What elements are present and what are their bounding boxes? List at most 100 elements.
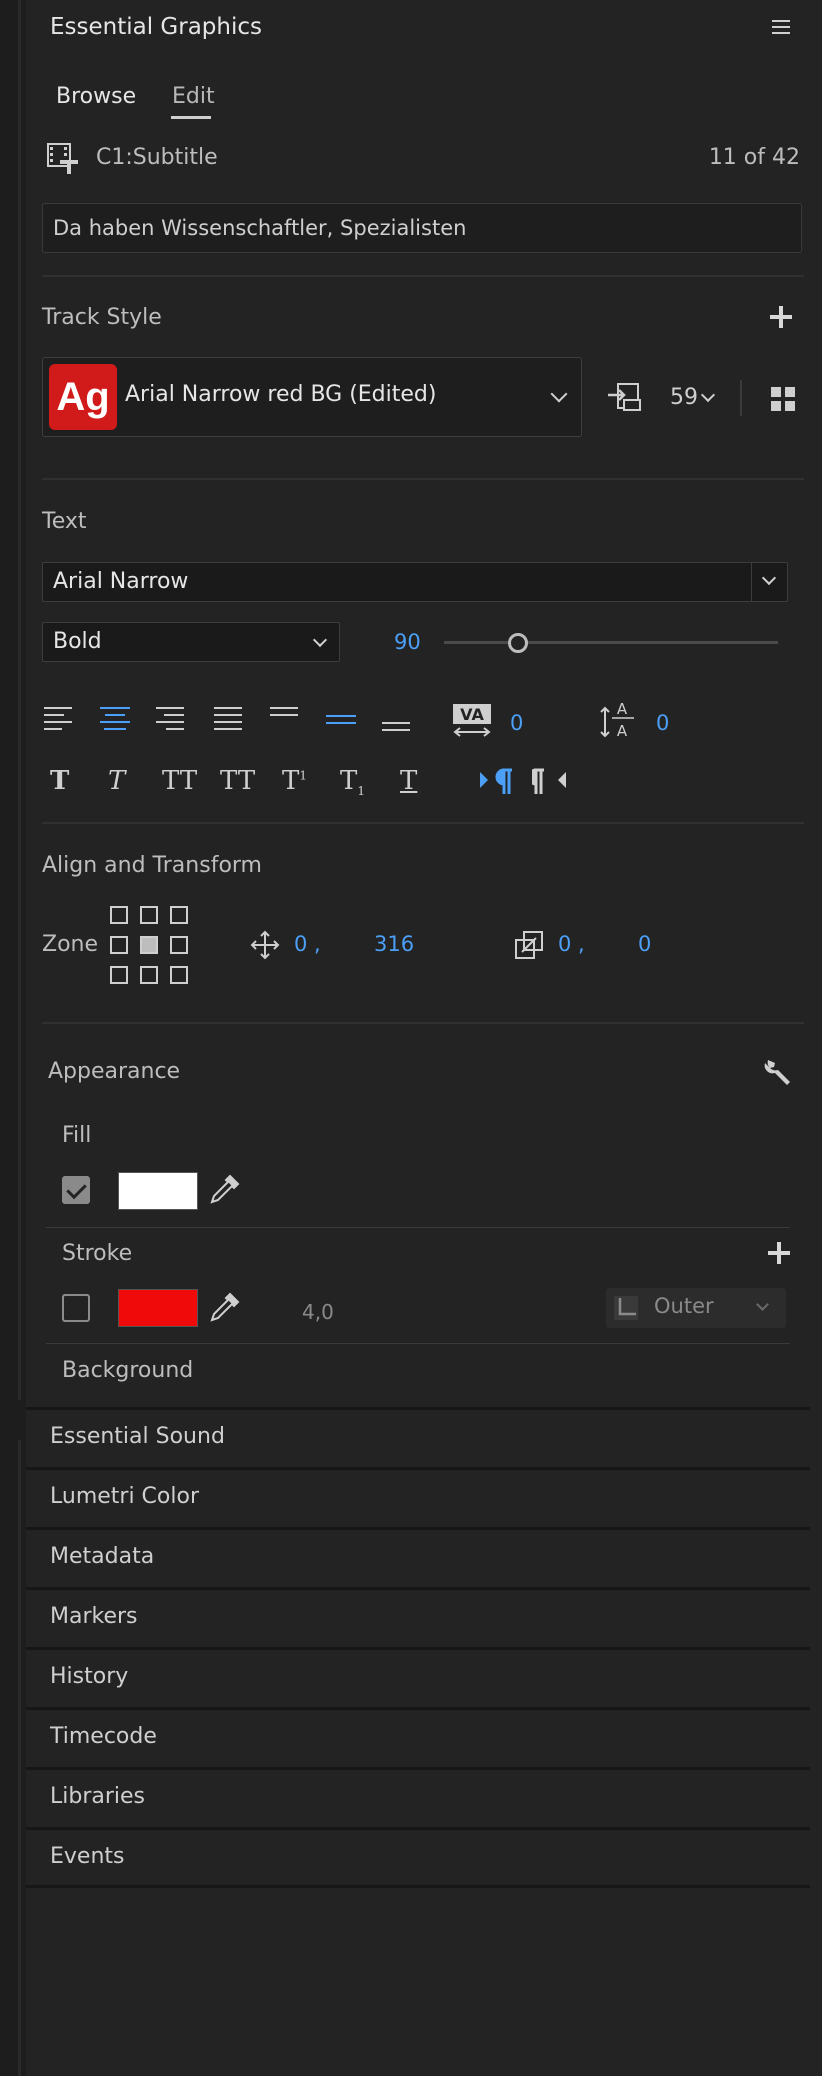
svg-text:A: A [617,722,628,740]
font-dropdown-button[interactable] [751,563,787,601]
align-left-icon[interactable] [44,707,76,737]
panel-timecode[interactable]: Timecode [26,1707,810,1765]
style-name: Arial Narrow red BG (Edited) [125,382,437,407]
active-tab-indicator [171,116,211,119]
panel-divider[interactable] [18,0,21,1400]
divider [26,1885,810,1888]
stroke-position-value: Outer [654,1294,714,1318]
eyedropper-icon[interactable] [208,1174,240,1206]
faux-italic-button[interactable]: T [108,766,125,796]
scale-x-value[interactable]: 0 , [558,932,585,956]
font-size-value[interactable]: 90 [394,630,421,654]
panel-label: Essential Sound [50,1424,225,1449]
align-center-icon[interactable] [100,707,132,737]
eyedropper-icon[interactable] [208,1292,240,1324]
underline-button[interactable]: T [400,766,417,796]
subscript-button[interactable]: T1 [340,766,365,798]
zone-selector[interactable] [110,906,190,986]
stroke-width-value[interactable]: 4,0 [302,1300,334,1324]
subscript-label: T [340,766,358,796]
clip-icon [47,143,78,174]
caption-text-field[interactable]: Da haben Wissenschaftler, Spezialisten [42,203,802,253]
font-style-value: Bold [53,629,102,654]
font-style-dropdown[interactable]: Bold [42,622,340,662]
align-transform-label: Align and Transform [42,853,262,878]
panel-menu-icon[interactable] [772,20,790,36]
panel-label: Metadata [50,1544,155,1569]
svg-text:A: A [617,700,628,718]
panel-markers[interactable]: Markers [26,1587,810,1645]
rtl-direction-icon[interactable] [532,766,568,796]
chevron-down-icon[interactable] [700,387,716,403]
font-size-slider-handle[interactable] [508,633,528,653]
add-stroke-icon[interactable] [768,1242,790,1264]
left-edge-gutter [0,0,26,2076]
align-bottom-icon[interactable] [382,722,414,752]
stroke-position-dropdown[interactable]: Outer [606,1288,786,1328]
clip-name: C1:Subtitle [96,145,218,170]
ltr-direction-icon[interactable] [478,766,514,796]
position-x-value[interactable]: 0 , [294,932,321,956]
fill-label: Fill [62,1123,92,1148]
add-track-style-icon[interactable] [770,306,792,328]
track-style-dropdown[interactable]: Ag Arial Narrow red BG (Edited) [42,357,582,437]
panel-events[interactable]: Events [26,1827,810,1885]
chevron-down-icon [550,385,568,403]
panel-history[interactable]: History [26,1647,810,1705]
panel-lumetri-color[interactable]: Lumetri Color [26,1467,810,1525]
superscript-button[interactable]: T1 [282,766,307,796]
divider [42,275,804,277]
position-y-value[interactable]: 316 [374,932,414,956]
position-move-icon [250,930,280,960]
grid-view-icon[interactable] [770,386,796,412]
chevron-down-icon [312,632,328,648]
scale-y-value[interactable]: 0 [638,932,651,956]
stroke-checkbox[interactable] [62,1294,90,1322]
superscript-label: T [282,766,300,796]
appearance-label: Appearance [48,1059,181,1084]
align-right-icon[interactable] [156,707,188,737]
justify-icon[interactable] [214,707,246,737]
style-thumbnail: Ag [49,364,117,430]
panel-label: Timecode [50,1724,157,1749]
wrench-icon[interactable] [762,1056,794,1088]
tab-edit[interactable]: Edit [172,84,215,109]
panel-label: Events [50,1844,125,1869]
panel-divider[interactable] [18,1440,21,2076]
kerning-value[interactable]: 0 [510,711,523,735]
tab-browse[interactable]: Browse [56,84,136,109]
kerning-icon[interactable]: VA [452,703,492,739]
push-to-style-icon[interactable] [606,382,642,412]
svg-text:VA: VA [460,705,484,724]
stroke-color-swatch[interactable] [118,1289,198,1327]
panel-title: Essential Graphics [50,14,262,40]
leading-icon[interactable]: A A [600,700,636,740]
font-family-value: Arial Narrow [53,569,189,594]
panel-label: History [50,1664,129,1689]
divider [42,822,804,824]
divider [42,1022,804,1024]
text-section-label: Text [42,509,87,534]
fill-checkbox[interactable] [62,1176,90,1204]
panel-metadata[interactable]: Metadata [26,1527,810,1585]
background-label: Background [62,1358,194,1383]
align-top-icon[interactable] [270,707,302,737]
font-size-slider[interactable] [444,641,778,644]
stroke-outer-icon [614,1296,638,1320]
panel-libraries[interactable]: Libraries [26,1767,810,1825]
chevron-down-icon [756,1298,769,1311]
font-family-dropdown[interactable]: Arial Narrow [42,562,788,602]
stroke-label: Stroke [62,1241,133,1266]
small-caps-button[interactable]: TT [220,766,255,796]
fill-color-swatch[interactable] [118,1172,198,1210]
panel-label: Markers [50,1604,138,1629]
align-middle-icon[interactable] [326,715,358,745]
caption-index: 11 of 42 [708,145,800,170]
divider [740,380,742,416]
panel-essential-sound[interactable]: Essential Sound [26,1407,810,1465]
leading-value[interactable]: 0 [656,711,669,735]
faux-bold-button[interactable]: T [50,766,69,796]
all-caps-button[interactable]: TT [162,766,197,796]
chevron-down-icon [761,570,777,586]
style-count[interactable]: 59 [670,385,698,410]
